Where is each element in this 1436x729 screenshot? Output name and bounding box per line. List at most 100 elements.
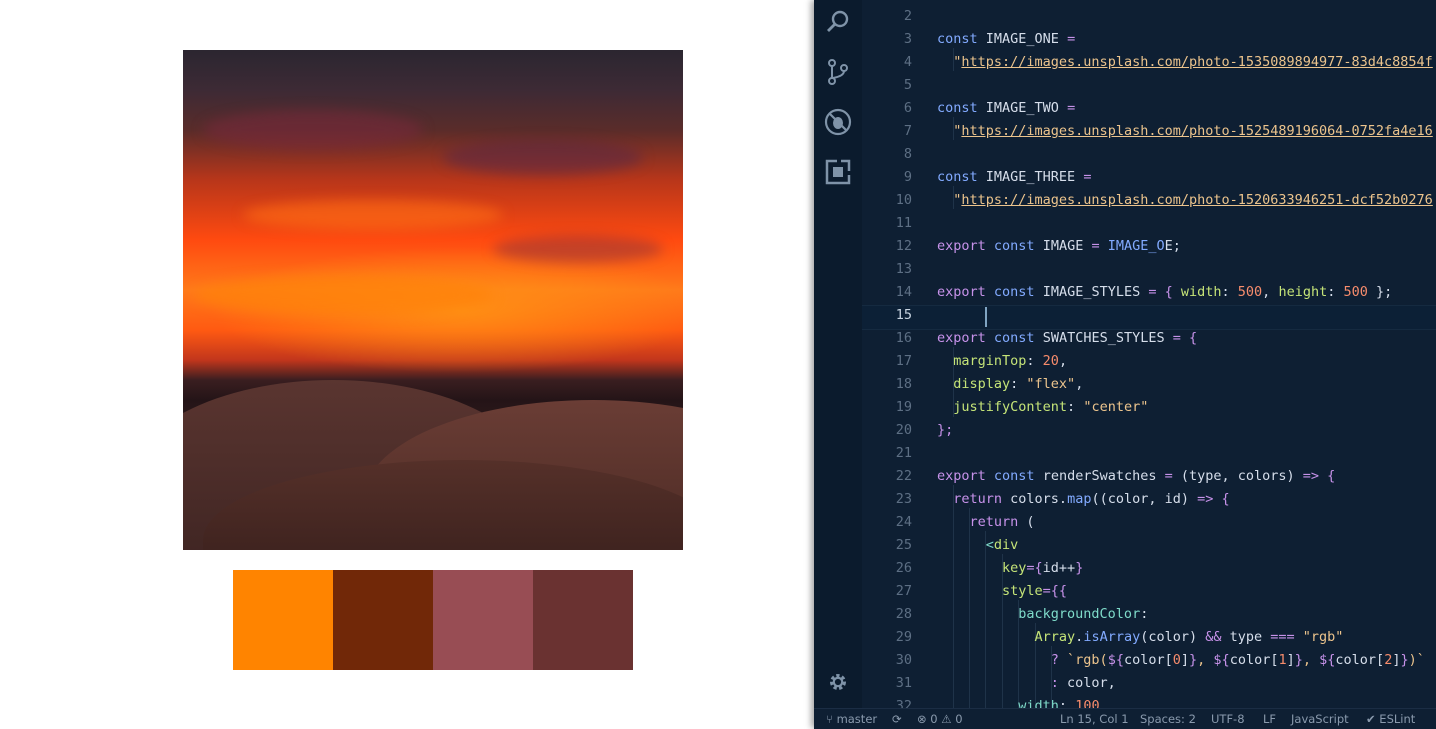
code-line[interactable]: 19 justifyContent: "center" xyxy=(862,396,1436,419)
indent-spaces[interactable]: Spaces: 2 xyxy=(1140,712,1196,726)
line-text: "https://images.unsplash.com/photo-15350… xyxy=(937,51,1433,74)
code-token: color, xyxy=(1067,675,1116,691)
code-token: ? xyxy=(937,652,1068,668)
line-number: 7 xyxy=(903,123,912,139)
extensions-icon[interactable] xyxy=(824,158,852,186)
code-line[interactable]: 22 export const renderSwatches = (type, c… xyxy=(862,465,1436,488)
code-line[interactable]: 15 xyxy=(862,304,1436,327)
code-token: const xyxy=(937,169,986,185)
line-number: 12 xyxy=(895,238,912,254)
code-token: , xyxy=(1197,652,1214,668)
code-line[interactable]: 12 export const IMAGE = IMAGE_OE; xyxy=(862,235,1436,258)
code-line[interactable]: 5 xyxy=(862,74,1436,97)
code-token: "center" xyxy=(1083,399,1149,415)
code-token: ${ xyxy=(1213,652,1230,668)
code-token: , xyxy=(1075,376,1084,392)
code-line[interactable]: 21 xyxy=(862,442,1436,465)
branch-status[interactable]: ⑂ master xyxy=(826,712,877,726)
line-number: 17 xyxy=(895,353,912,369)
code-line[interactable]: 27 style={{ xyxy=(862,580,1436,603)
code-area[interactable]: 2 3 const IMAGE_ONE = 4 "https://images.uns… xyxy=(862,0,1436,708)
code-token: 500 xyxy=(1237,284,1263,300)
status-bar: ⑂ master ⟳ ⊗ 0 ⚠ 0 Ln 15, Col 1 Spaces: … xyxy=(814,708,1436,729)
code-token: return xyxy=(937,514,1027,530)
eslint-status[interactable]: ✔ ESLint xyxy=(1366,712,1415,726)
code-line[interactable]: 18 display: "flex", xyxy=(862,373,1436,396)
code-line[interactable]: 8 xyxy=(862,143,1436,166)
code-token: , xyxy=(1262,284,1279,300)
code-token: : xyxy=(937,675,1068,691)
line-number: 16 xyxy=(895,330,912,346)
swatch-1 xyxy=(233,570,333,670)
source-control-icon[interactable] xyxy=(824,58,852,86)
code-line[interactable]: 32 width: 100 xyxy=(862,695,1436,708)
code-token: ={{ xyxy=(1042,583,1068,599)
code-token: && xyxy=(1205,629,1230,645)
code-token: } xyxy=(1075,560,1084,576)
code-token: : xyxy=(1058,698,1076,708)
sync-icon[interactable]: ⟳ xyxy=(892,712,902,726)
code-token: : xyxy=(1010,376,1027,392)
problems-status[interactable]: ⊗ 0 ⚠ 0 xyxy=(917,712,963,726)
code-token: 0 xyxy=(1172,652,1181,668)
line-number: 2 xyxy=(903,8,912,24)
code-token: }; xyxy=(937,422,954,438)
line-number: 11 xyxy=(895,215,912,231)
code-line[interactable]: 25 <div xyxy=(862,534,1436,557)
code-token: " xyxy=(937,192,962,208)
line-text: export const IMAGE = IMAGE_OE; xyxy=(937,235,1181,258)
code-token: IMAGE xyxy=(1042,238,1084,254)
code-token: const xyxy=(993,238,1043,254)
language-mode[interactable]: JavaScript xyxy=(1291,712,1349,726)
code-token: )` xyxy=(1408,652,1425,668)
code-line[interactable]: 23 return colors.map((color, id) => { xyxy=(862,488,1436,511)
code-token: backgroundColor xyxy=(937,606,1141,622)
code-token: ( xyxy=(1026,514,1035,530)
line-number: 3 xyxy=(903,31,912,47)
line-text: display: "flex", xyxy=(937,373,1083,396)
code-line[interactable]: 2 xyxy=(862,5,1436,28)
code-line[interactable]: 6 const IMAGE_TWO = xyxy=(862,97,1436,120)
line-number: 29 xyxy=(895,629,912,645)
code-line[interactable]: 7 "https://images.unsplash.com/photo-152… xyxy=(862,120,1436,143)
line-text: "https://images.unsplash.com/photo-15254… xyxy=(937,120,1433,143)
code-token: = xyxy=(1058,100,1076,116)
file-encoding[interactable]: UTF-8 xyxy=(1211,712,1245,726)
line-number: 6 xyxy=(903,100,912,116)
cursor-position[interactable]: Ln 15, Col 1 xyxy=(1060,712,1129,726)
code-line[interactable]: 3 const IMAGE_ONE = xyxy=(862,28,1436,51)
code-line[interactable]: 29 Array.isArray(color) && type === "rgb… xyxy=(862,626,1436,649)
code-token: } xyxy=(1189,652,1198,668)
code-token: : xyxy=(1140,606,1149,622)
code-line[interactable]: 4 "https://images.unsplash.com/photo-153… xyxy=(862,51,1436,74)
line-ending[interactable]: LF xyxy=(1263,712,1276,726)
eslint-check-icon: ✔ xyxy=(1366,712,1376,726)
line-text: width: 100 xyxy=(937,695,1099,708)
code-line[interactable]: 24 return ( xyxy=(862,511,1436,534)
code-token: https://images.unsplash.com/photo-153508… xyxy=(961,54,1433,70)
code-line[interactable]: 26 key={id++} xyxy=(862,557,1436,580)
code-line[interactable]: 17 marginTop: 20, xyxy=(862,350,1436,373)
code-line[interactable]: 10 "https://images.unsplash.com/photo-15… xyxy=(862,189,1436,212)
line-number: 19 xyxy=(895,399,912,415)
line-text: return ( xyxy=(937,511,1035,534)
code-line[interactable]: 11 xyxy=(862,212,1436,235)
debug-icon[interactable] xyxy=(824,108,852,136)
code-line[interactable]: 30 ? `rgb(${color[0]}, ${color[1]}, ${co… xyxy=(862,649,1436,672)
code-token: " xyxy=(937,123,962,139)
code-line[interactable]: 16 export const SWATCHES_STYLES = { xyxy=(862,327,1436,350)
code-token: } xyxy=(1294,652,1303,668)
swatch-3 xyxy=(433,570,533,670)
code-line[interactable]: 9 const IMAGE_THREE = xyxy=(862,166,1436,189)
line-number: 20 xyxy=(895,422,912,438)
code-line[interactable]: 20}; xyxy=(862,419,1436,442)
code-line[interactable]: 14 export const IMAGE_STYLES = { width: 5… xyxy=(862,281,1436,304)
line-text: <div xyxy=(937,534,1019,557)
code-token: Array xyxy=(937,629,1076,645)
settings-gear-icon[interactable] xyxy=(824,668,852,696)
code-line[interactable]: 28 backgroundColor: xyxy=(862,603,1436,626)
search-icon[interactable] xyxy=(824,8,852,36)
code-line[interactable]: 31 : color, xyxy=(862,672,1436,695)
code-line[interactable]: 13 xyxy=(862,258,1436,281)
line-number: 14 xyxy=(895,284,912,300)
